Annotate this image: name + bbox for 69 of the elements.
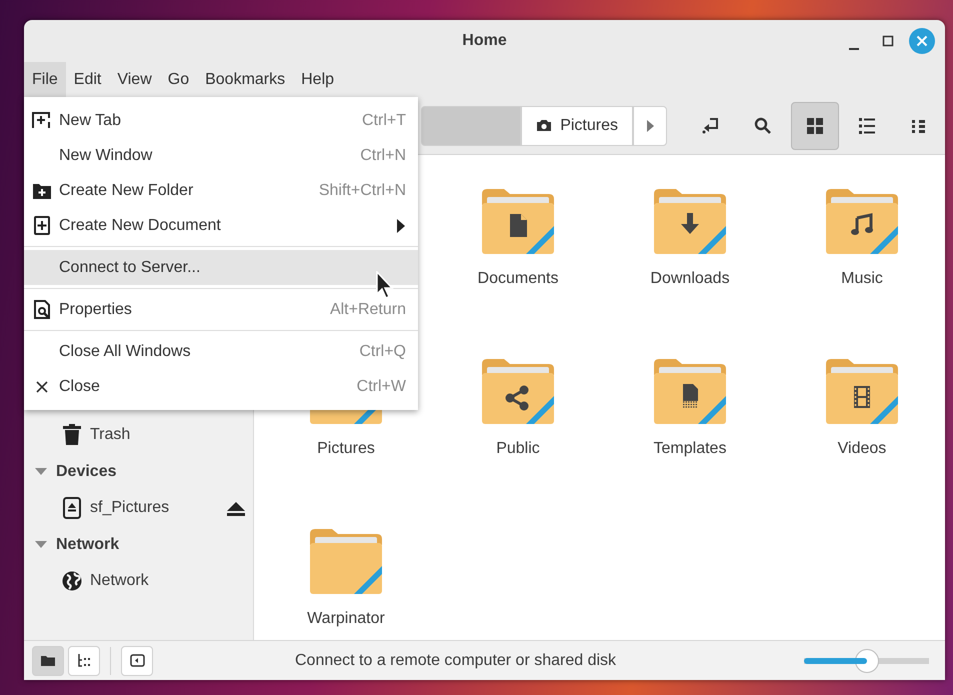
path-scroll-button[interactable] xyxy=(633,106,667,146)
menu-item-label: Close xyxy=(59,376,101,396)
keyboard-shortcut: Shift+Ctrl+N xyxy=(318,180,406,200)
keyboard-shortcut: Ctrl+N xyxy=(360,146,406,166)
path-button[interactable]: Pictures xyxy=(521,106,633,146)
pane-button[interactable] xyxy=(68,646,100,676)
document-search-icon xyxy=(32,300,52,320)
menu-item[interactable]: Close Ctrl+W xyxy=(24,369,418,404)
return-arrow-icon xyxy=(702,116,720,134)
file-name[interactable]: Documents xyxy=(478,267,558,291)
pane-button[interactable] xyxy=(32,646,64,676)
file-name[interactable]: Music xyxy=(841,267,883,291)
tree-icon xyxy=(76,652,92,668)
keyboard-shortcut: Ctrl+Q xyxy=(359,342,406,362)
file-name[interactable]: Warpinator xyxy=(307,607,385,631)
minimize-icon xyxy=(849,48,859,50)
menu-item-label: Close All Windows xyxy=(59,342,192,362)
close-icon xyxy=(909,28,935,54)
menu-item[interactable]: Create New Document xyxy=(24,208,418,243)
file-name[interactable]: Public xyxy=(496,437,540,461)
menu-item[interactable]: Properties Alt+Return xyxy=(24,292,418,327)
document-plus-icon xyxy=(32,216,52,236)
maximize-icon xyxy=(882,35,894,47)
menu-item-label: Properties xyxy=(59,300,133,320)
keyboard-shortcut: Ctrl+T xyxy=(362,110,406,130)
panel-icon xyxy=(130,654,144,667)
menu-item-label: Connect to Server... xyxy=(59,258,202,278)
menu-item[interactable]: Bookmarks xyxy=(197,62,294,97)
file-name[interactable]: Templates xyxy=(654,437,726,461)
status-message: Connect to a remote computer or shared disk xyxy=(295,652,616,668)
view-button[interactable] xyxy=(791,102,839,150)
tab-plus-icon xyxy=(32,110,52,130)
file-name[interactable]: Downloads xyxy=(650,267,730,291)
menu-item-label: Create New Document xyxy=(59,216,222,236)
close-button[interactable] xyxy=(909,28,935,54)
keyboard-shortcut: Ctrl+W xyxy=(356,376,406,396)
menu-item-label: New Tab xyxy=(59,110,122,130)
sidebar-item[interactable]: Network xyxy=(90,569,149,594)
grid-view-icon xyxy=(806,116,824,134)
menu-item[interactable]: View xyxy=(109,62,160,97)
search-icon xyxy=(754,116,772,134)
trash-icon xyxy=(62,424,82,446)
keyboard-shortcut: Alt+Return xyxy=(330,300,406,320)
menu-item-label: Create New Folder xyxy=(59,180,194,200)
window-title: Home xyxy=(462,32,507,49)
menu-item-label: New Window xyxy=(59,146,154,166)
menu-item[interactable]: New Window Ctrl+N xyxy=(24,138,418,173)
section-heading: Devices xyxy=(56,462,116,482)
menu-item[interactable]: New Tab Ctrl+T xyxy=(24,103,418,138)
triangle-right-icon xyxy=(646,118,654,132)
mouse-cursor-icon xyxy=(376,271,394,299)
list-view-icon xyxy=(858,116,876,134)
menu-item[interactable]: Edit xyxy=(66,62,110,97)
sidebar-toggle-button[interactable] xyxy=(121,646,153,676)
eject-icon[interactable] xyxy=(226,500,246,517)
globe-icon xyxy=(62,570,82,592)
menu-item[interactable]: Connect to Server... xyxy=(24,250,418,285)
sidebar-item[interactable]: sf_Pictures xyxy=(90,496,200,520)
menu-item[interactable]: Help xyxy=(293,62,342,97)
menu-item[interactable]: Create New Folder Shift+Ctrl+N xyxy=(24,173,418,208)
drive-icon xyxy=(62,497,82,520)
file-name[interactable]: Pictures xyxy=(317,437,375,461)
section-heading: Network xyxy=(56,534,120,555)
menu-item[interactable]: Go xyxy=(160,62,198,97)
camera-icon xyxy=(536,118,552,133)
menu-item[interactable]: Close All Windows Ctrl+Q xyxy=(24,334,418,369)
file-name[interactable]: Videos xyxy=(838,437,886,461)
sidebar-item[interactable]: Trash xyxy=(90,423,130,448)
menu-item[interactable]: File xyxy=(24,62,66,97)
